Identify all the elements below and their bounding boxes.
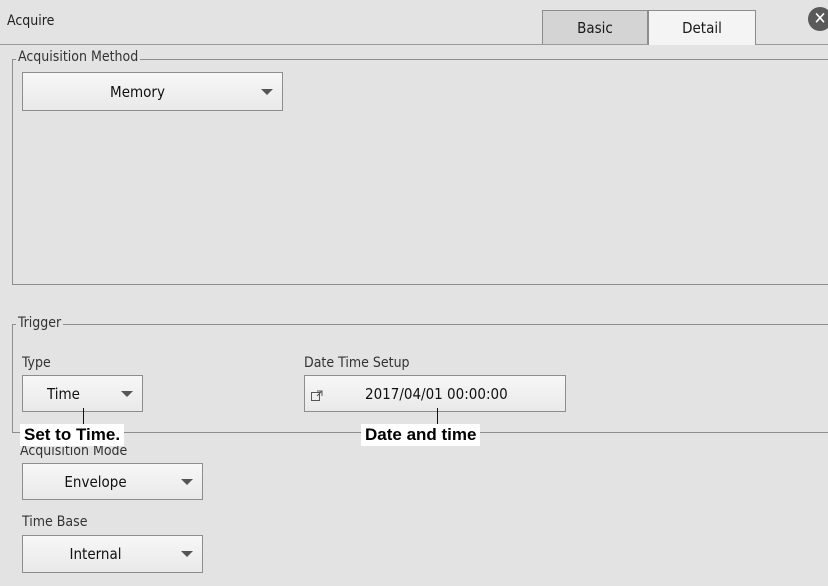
tab-basic[interactable]: Basic bbox=[542, 10, 648, 44]
acq-method-bottom-border bbox=[12, 284, 828, 285]
chevron-down-icon bbox=[181, 478, 193, 485]
date-time-setup-button[interactable]: 2017/04/01 00:00:00 bbox=[304, 375, 566, 412]
trigger-label: Trigger bbox=[16, 315, 64, 331]
trigger-left-border bbox=[12, 324, 13, 432]
type-dropdown[interactable]: Time bbox=[22, 375, 143, 412]
callout-type-note: Set to Time. bbox=[20, 424, 125, 446]
type-value: Time bbox=[47, 384, 80, 403]
acquisition-method-value: Memory bbox=[110, 82, 165, 101]
time-base-label: Time Base bbox=[22, 514, 88, 530]
time-base-value: Internal bbox=[69, 545, 122, 563]
close-icon[interactable]: ✕ bbox=[808, 7, 828, 31]
acquisition-method-dropdown[interactable]: Memory bbox=[22, 72, 283, 111]
acq-method-left-border bbox=[12, 59, 13, 285]
chevron-down-icon bbox=[261, 88, 273, 95]
type-label: Type bbox=[22, 355, 51, 371]
tab-detail[interactable]: Detail bbox=[648, 10, 756, 45]
chevron-down-icon bbox=[181, 551, 193, 557]
acquisition-mode-dropdown[interactable]: Envelope bbox=[22, 463, 203, 500]
acquisition-mode-value: Envelope bbox=[64, 472, 127, 491]
dialog-title: Acquire bbox=[7, 13, 55, 29]
date-time-value: 2017/04/01 00:00:00 bbox=[365, 384, 508, 403]
callout-leader-datetime bbox=[437, 408, 438, 424]
chevron-down-icon bbox=[121, 390, 133, 397]
callout-leader-type bbox=[83, 408, 84, 424]
callout-datetime-note: Date and time bbox=[361, 424, 481, 446]
trigger-top-border bbox=[12, 324, 828, 325]
date-time-setup-label: Date Time Setup bbox=[304, 355, 410, 371]
external-link-icon bbox=[311, 387, 323, 401]
time-base-dropdown[interactable]: Internal bbox=[22, 535, 203, 573]
acquisition-method-label: Acquisition Method bbox=[16, 49, 141, 65]
